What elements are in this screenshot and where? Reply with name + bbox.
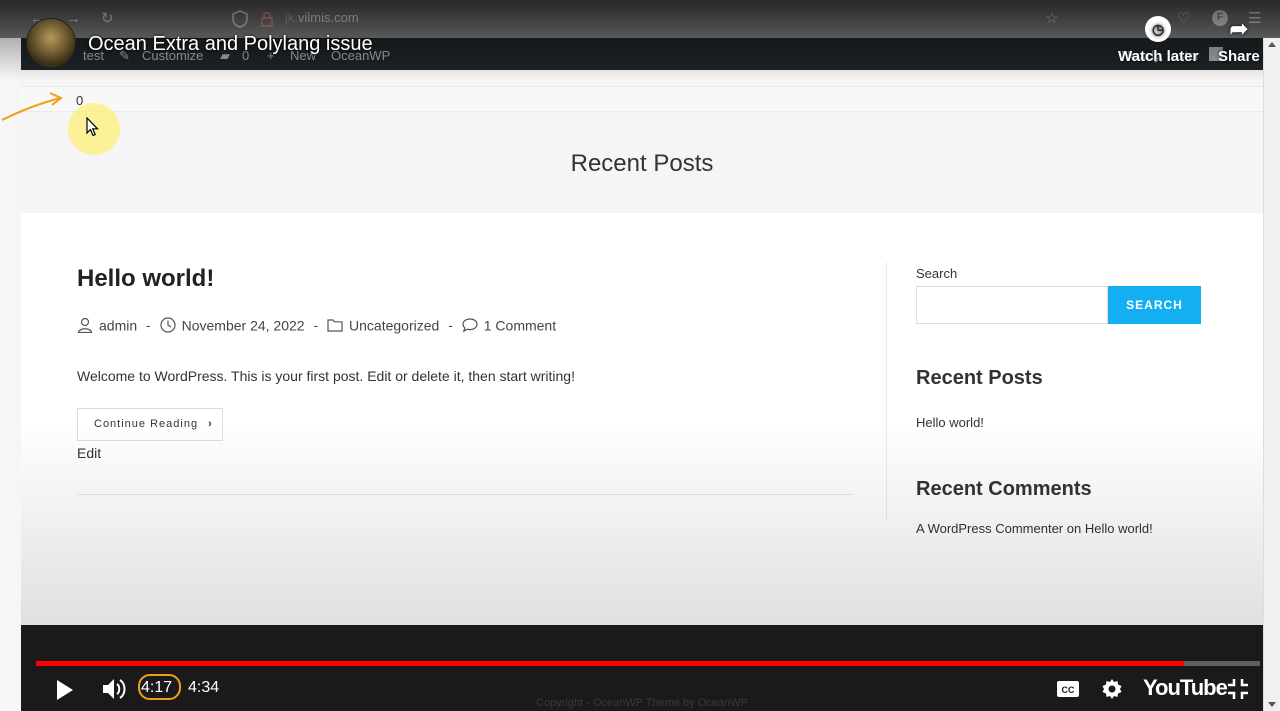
admin-bar-howdy[interactable]: Howdy, tester <box>1121 48 1200 63</box>
progress-played <box>36 661 1185 666</box>
back-arrow-icon[interactable]: ← <box>30 10 45 28</box>
search-widget-label: Search <box>916 266 958 281</box>
meta-separator: - <box>448 317 453 334</box>
youtube-logo[interactable]: YouTube <box>1143 675 1228 701</box>
settings-gear-icon[interactable] <box>1100 677 1124 701</box>
footer-copyright: Copyright - OceanWP Theme by OceanWP <box>536 697 748 709</box>
meta-separator: - <box>146 317 151 334</box>
edit-post-link[interactable]: Edit <box>77 445 101 461</box>
post-author-link[interactable]: admin <box>99 317 137 333</box>
search-input[interactable] <box>916 286 1108 324</box>
comment-on-text: on <box>1066 521 1082 536</box>
post-date: November 24, 2022 <box>181 317 305 334</box>
volume-icon[interactable] <box>101 677 127 701</box>
progress-bar[interactable] <box>36 661 1260 666</box>
page-header: 0 Recent Posts <box>21 70 1263 213</box>
comment-bubble-icon: ▰ <box>220 48 230 63</box>
admin-bar-theme[interactable]: OceanWP <box>331 48 390 63</box>
chevron-right-icon: › <box>208 418 213 430</box>
svg-text:CC: CC <box>1062 685 1075 695</box>
browser-toolbar: ← → ↻ jk.vilmis.com ☆ ♡ F ☰ <box>0 0 1280 38</box>
reload-icon[interactable]: ↻ <box>101 10 114 28</box>
star-icon[interactable]: ☆ <box>1045 10 1058 28</box>
meta-separator: - <box>313 317 319 334</box>
admin-bar-new[interactable]: New <box>290 48 316 63</box>
comment-icon <box>462 318 478 333</box>
post-excerpt: Welcome to WordPress. This is your first… <box>77 368 575 384</box>
menu-icon[interactable]: ☰ <box>1248 10 1261 28</box>
admin-bar-customize[interactable]: Customize <box>142 48 203 63</box>
url-prefix: jk. <box>285 10 298 25</box>
clock-icon <box>159 317 176 333</box>
post-meta: admin - November 24, 2022 - Uncategorize… <box>77 316 556 334</box>
shield-icon[interactable] <box>232 10 248 28</box>
admin-bar-site[interactable]: test <box>83 48 104 63</box>
divider <box>77 494 853 495</box>
time-current: 4:17 <box>141 679 173 696</box>
recent-posts-heading: Recent Posts <box>916 367 1043 389</box>
folder-icon <box>327 319 343 332</box>
video-player-controls: Copyright - OceanWP Theme by OceanWP 4:1… <box>21 625 1263 711</box>
top-bar <box>21 86 1263 112</box>
divider <box>886 262 887 520</box>
user-icon <box>77 318 93 334</box>
recent-post-link[interactable]: Hello world! <box>916 415 984 430</box>
post-comments-link[interactable]: 1 Comment <box>484 317 556 333</box>
continue-reading-button[interactable]: Continue Reading › <box>77 408 223 441</box>
lock-icon[interactable] <box>260 10 274 28</box>
mouse-pointer-icon <box>86 117 99 137</box>
url-domain: vilmis.com <box>298 10 359 25</box>
page-title: Recent Posts <box>570 150 714 177</box>
avatar[interactable] <box>1209 47 1223 61</box>
exit-fullscreen-icon[interactable] <box>1227 678 1249 700</box>
post-title-link[interactable]: Hello world! <box>77 265 214 293</box>
annotation-arrow-icon <box>1 92 63 121</box>
forward-arrow-icon[interactable]: → <box>66 10 81 28</box>
wp-admin-bar: test ✎ Customize ▰ 0 + New OceanWP Howdy… <box>21 38 1263 70</box>
admin-bar-comments-count[interactable]: 0 <box>242 48 249 63</box>
pencil-icon: ✎ <box>119 48 130 63</box>
search-icon[interactable]: ⌕ <box>1237 48 1244 64</box>
scroll-down-icon[interactable] <box>1268 702 1276 707</box>
plus-icon: + <box>267 48 275 63</box>
screen: 0 Recent Posts Hello world! admin - Nove… <box>0 0 1280 711</box>
comment-author-link[interactable]: A WordPress Commenter <box>916 521 1063 536</box>
url-bar[interactable]: jk.vilmis.com <box>285 10 359 25</box>
scroll-up-icon[interactable] <box>1268 42 1276 47</box>
recent-comment-item: A WordPress Commenter on Hello world! <box>916 521 1153 536</box>
comment-post-link[interactable]: Hello world! <box>1085 521 1153 536</box>
search-button[interactable]: SEARCH <box>1108 286 1201 324</box>
time-total: 4:34 <box>188 679 220 696</box>
scrollbar[interactable] <box>1263 38 1280 711</box>
play-icon[interactable] <box>55 679 75 701</box>
recent-comments-heading: Recent Comments <box>916 478 1092 500</box>
captions-icon[interactable]: CC <box>1056 680 1080 698</box>
post-category-link[interactable]: Uncategorized <box>349 317 439 333</box>
profile-icon[interactable]: F <box>1212 10 1228 26</box>
continue-reading-label: Continue Reading <box>94 418 199 430</box>
pocket-icon[interactable]: ♡ <box>1177 10 1190 28</box>
